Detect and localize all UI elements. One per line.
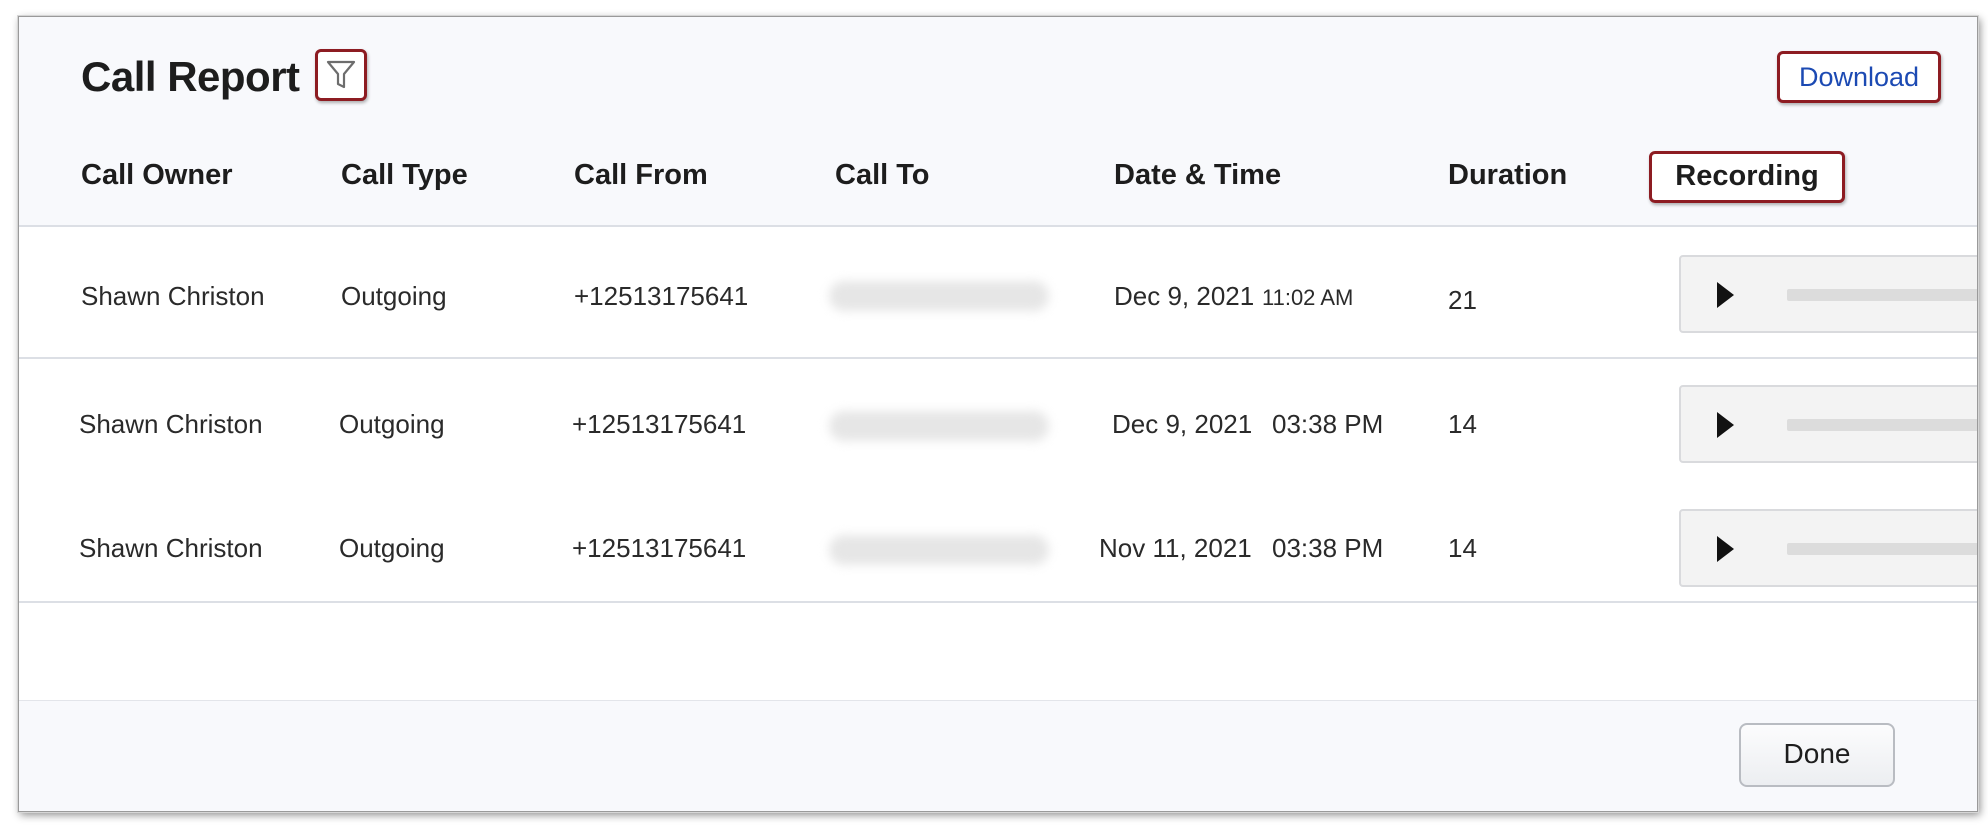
column-header-call-owner[interactable]: Call Owner [81,159,233,192]
dialog-header: Call Report Download [19,17,1977,130]
call-owner-cell: Shawn Christon [79,533,263,563]
download-link[interactable]: Download [1777,51,1941,103]
date-cell: Dec 9, 2021 [1114,281,1255,311]
time-cell: 11:02 AM [1262,285,1354,310]
table-row: Shawn Christon Outgoing +12513175641 Nov… [19,485,1977,601]
dialog-footer: Done [19,700,1977,811]
column-header-call-type[interactable]: Call Type [341,159,468,192]
call-owner-cell: Shawn Christon [79,409,263,439]
duration-cell: 14 [1448,409,1477,439]
recording-player[interactable] [1679,255,1977,333]
date-cell: Nov 11, 2021 [1099,533,1252,563]
duration-cell: 21 [1448,285,1477,315]
audio-progress-track[interactable] [1787,419,1977,431]
table-row: Shawn Christon Outgoing +12513175641 Dec… [19,231,1977,359]
date-cell: Dec 9, 2021 [1112,409,1253,439]
play-icon[interactable] [1717,412,1734,438]
table-header: Call Owner Call Type Call From Call To D… [19,129,1977,227]
play-icon[interactable] [1717,536,1734,562]
call-type-cell: Outgoing [339,409,445,439]
column-header-recording[interactable]: Recording [1649,151,1845,203]
column-header-call-from[interactable]: Call From [574,159,708,192]
call-from-cell: +12513175641 [572,533,747,563]
call-report-dialog: Call Report Download Call Owner Call Typ… [18,16,1978,812]
call-to-redacted [829,535,1049,565]
recording-player[interactable] [1679,509,1977,587]
call-owner-cell: Shawn Christon [81,281,265,311]
table-bottom-divider [19,601,1977,603]
audio-progress-track[interactable] [1787,289,1977,301]
done-button[interactable]: Done [1739,723,1895,787]
call-from-cell: +12513175641 [572,409,747,439]
duration-cell: 14 [1448,533,1477,563]
column-header-call-to[interactable]: Call To [835,159,930,192]
column-header-duration[interactable]: Duration [1448,159,1567,192]
time-cell: 03:38 PM [1272,533,1384,563]
filter-funnel-icon [326,60,356,89]
filter-button[interactable] [315,49,367,101]
play-icon[interactable] [1717,282,1734,308]
call-type-cell: Outgoing [341,281,447,311]
recording-player[interactable] [1679,385,1977,463]
time-cell: 03:38 PM [1272,409,1384,439]
call-to-redacted [829,411,1049,441]
page-title: Call Report [81,53,300,100]
call-to-redacted [829,281,1049,311]
call-type-cell: Outgoing [339,533,445,563]
table-row: Shawn Christon Outgoing +12513175641 Dec… [19,359,1977,485]
call-from-cell: +12513175641 [574,281,749,311]
audio-progress-track[interactable] [1787,543,1977,555]
column-header-date-time[interactable]: Date & Time [1114,159,1281,192]
